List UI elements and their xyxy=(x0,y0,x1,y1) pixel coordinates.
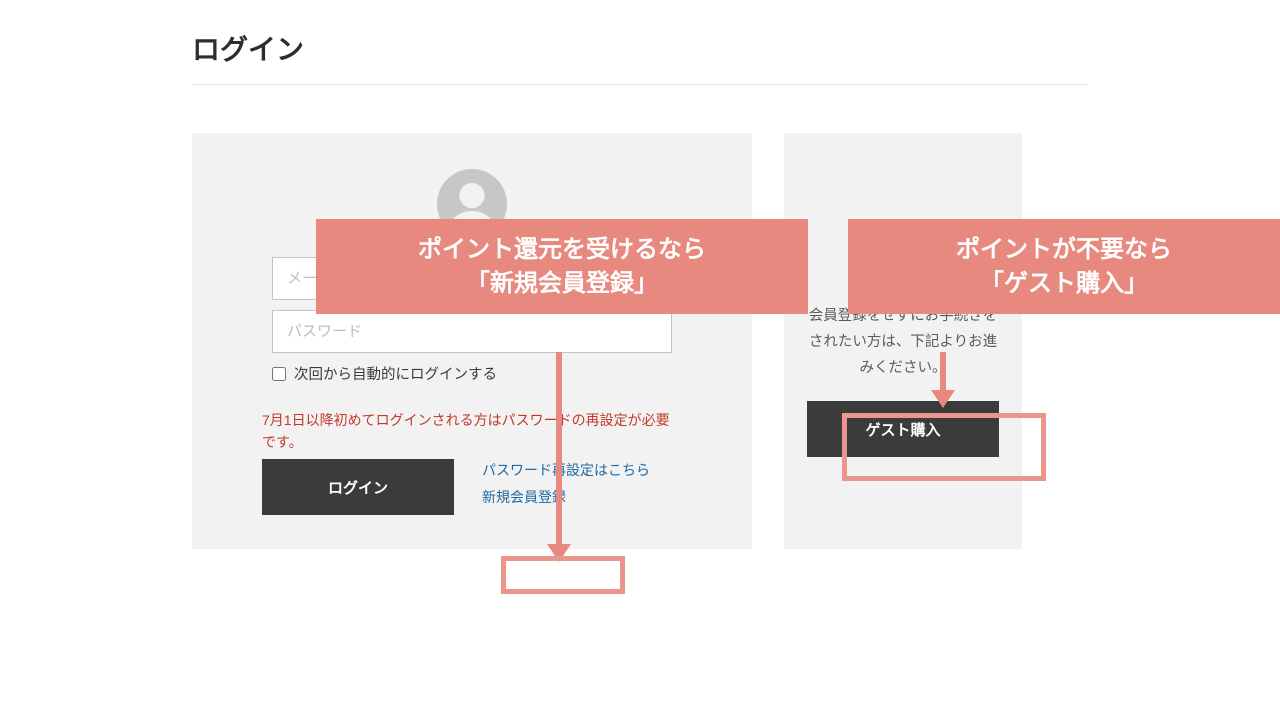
guest-description: 会員登録をせずにお手続きをされたい方は、下記よりお進みください。 xyxy=(806,303,1000,381)
callout-register: ポイント還元を受けるなら 「新規会員登録」 xyxy=(316,219,808,314)
password-reset-notice: 7月1日以降初めてログインされる方はパスワードの再設定が必要です。 xyxy=(262,410,682,453)
page-title: ログイン xyxy=(192,28,1088,85)
auto-login-checkbox[interactable] xyxy=(272,367,286,381)
callout-register-arrow-head xyxy=(547,544,571,562)
callout-guest-arrow-stem xyxy=(940,352,946,392)
callout-register-arrow-stem xyxy=(556,352,562,546)
login-button[interactable]: ログイン xyxy=(262,459,454,515)
callout-guest-arrow-head xyxy=(931,390,955,408)
callout-register-line1: ポイント還元を受けるなら xyxy=(346,233,778,267)
password-reset-link[interactable]: パスワード再設定はこちら xyxy=(482,459,682,481)
callout-guest-line1: ポイントが不要なら xyxy=(878,233,1250,267)
password-input[interactable] xyxy=(272,310,672,353)
login-panel: 次回から自動的にログインする 7月1日以降初めてログインされる方はパスワードの再… xyxy=(192,133,752,549)
auto-login-label: 次回から自動的にログインする xyxy=(294,363,497,384)
callout-guest: ポイントが不要なら 「ゲスト購入」 xyxy=(848,219,1280,314)
auto-login-row[interactable]: 次回から自動的にログインする xyxy=(272,363,672,384)
callout-guest-line2: 「ゲスト購入」 xyxy=(878,267,1250,301)
guest-panel: 会員登録をせずにお手続きをされたい方は、下記よりお進みください。 ゲスト購入 xyxy=(784,133,1022,549)
register-link[interactable]: 新規会員登録 xyxy=(482,486,566,508)
callout-register-line2: 「新規会員登録」 xyxy=(346,267,778,301)
guest-purchase-button[interactable]: ゲスト購入 xyxy=(807,401,999,457)
